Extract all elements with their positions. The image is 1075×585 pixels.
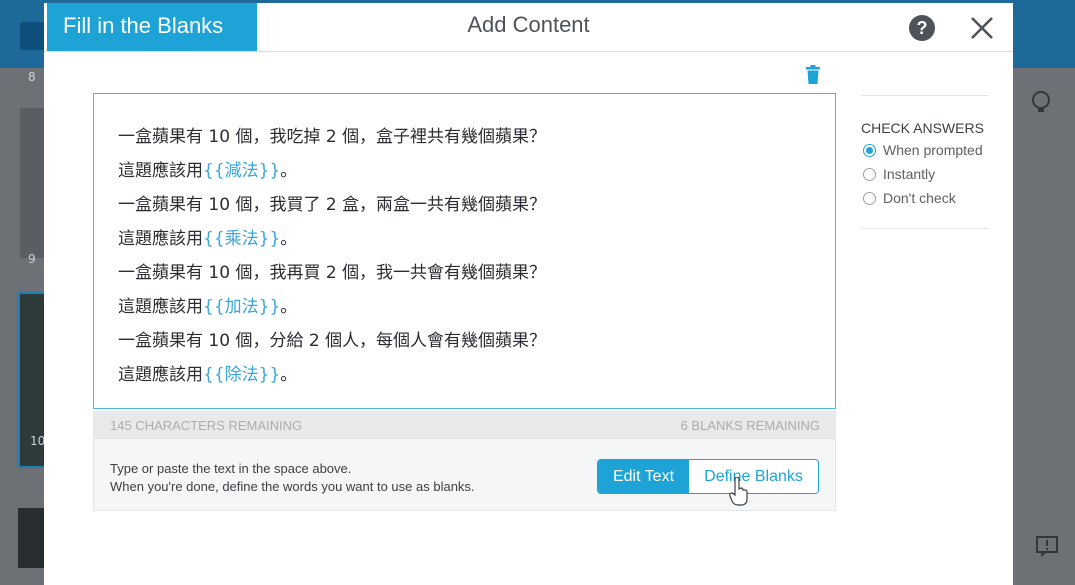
text-editor[interactable]: 一盒蘋果有 10 個，我吃掉 2 個，盒子裡共有幾個蘋果？ 這題應該用{{減法}… (93, 93, 836, 409)
help-icon[interactable]: ? (909, 15, 935, 41)
radio-label: When prompted (883, 142, 983, 158)
instruction-text: When you're done, define the words you w… (110, 479, 475, 494)
editor-line: 這題應該用{{加法}}。 (118, 292, 297, 317)
line-prefix: 這題應該用 (118, 297, 203, 317)
background-right-panel (1013, 68, 1075, 585)
editor-line: 一盒蘋果有 10 個，我買了 2 盒，兩盒一共有幾個蘋果？ (118, 195, 547, 215)
modal-header: Fill in the Blanks Add Content ? (44, 3, 1013, 52)
background-slide-number: 10 (30, 434, 46, 448)
blank-word: {{乘法}} (203, 229, 281, 249)
content-type-tab[interactable]: Fill in the Blanks (47, 3, 257, 51)
blank-word: {{加法}} (203, 297, 281, 317)
comment-icon (1036, 536, 1058, 557)
divider (861, 95, 989, 96)
background-slide-number: 8 (28, 70, 36, 84)
editor-footer: Type or paste the text in the space abov… (93, 439, 836, 511)
lightbulb-icon (1032, 91, 1050, 112)
edit-text-button[interactable]: Edit Text (598, 460, 689, 493)
line-suffix: 。 (280, 161, 298, 181)
add-content-modal: Fill in the Blanks Add Content ? 一盒蘋果有 1… (44, 3, 1013, 585)
editor-line: 這題應該用{{除法}}。 (118, 360, 297, 385)
line-prefix: 這題應該用 (118, 229, 203, 249)
radio-label: Instantly (883, 166, 936, 182)
line-suffix: 。 (280, 297, 298, 317)
radio-button[interactable] (863, 192, 876, 205)
radio-button[interactable] (863, 168, 876, 181)
radio-button[interactable] (863, 144, 876, 157)
define-blanks-button[interactable]: Define Blanks (689, 460, 818, 493)
editor-line: 一盒蘋果有 10 個，分給 2 個人，每個人會有幾個蘋果？ (118, 331, 547, 351)
background-slide-number: 9 (28, 252, 36, 266)
counter-bar: 145 CHARACTERS REMAINING 6 BLANKS REMAIN… (93, 411, 836, 439)
background-tile (20, 108, 44, 258)
check-answers-title: CHECK ANSWERS (861, 120, 984, 136)
editor-line: 一盒蘋果有 10 個，我吃掉 2 個，盒子裡共有幾個蘋果？ (118, 127, 547, 147)
line-prefix: 這題應該用 (118, 365, 203, 385)
blanks-remaining: 6 BLANKS REMAINING (680, 418, 820, 433)
line-suffix: 。 (280, 365, 298, 385)
line-prefix: 這題應該用 (118, 161, 203, 181)
editor-line: 這題應該用{{減法}}。 (118, 156, 297, 181)
close-icon[interactable] (968, 14, 996, 42)
background-tile (18, 508, 44, 568)
background-left-panel: 8 9 10 (0, 68, 48, 585)
editor-line: 這題應該用{{乘法}}。 (118, 224, 297, 249)
mode-toggle: Edit Text Define Blanks (597, 459, 819, 494)
hand-cursor-icon (729, 477, 748, 506)
characters-remaining: 145 CHARACTERS REMAINING (110, 418, 303, 433)
blank-word: {{減法}} (203, 161, 281, 181)
editor-line: 一盒蘋果有 10 個，我再買 2 個，我一共會有幾個蘋果？ (118, 263, 547, 283)
instruction-text: Type or paste the text in the space abov… (110, 461, 352, 476)
line-suffix: 。 (280, 229, 298, 249)
blank-word: {{除法}} (203, 365, 281, 385)
radio-label: Don't check (883, 190, 956, 206)
divider (861, 228, 989, 229)
trash-icon[interactable] (805, 65, 821, 85)
